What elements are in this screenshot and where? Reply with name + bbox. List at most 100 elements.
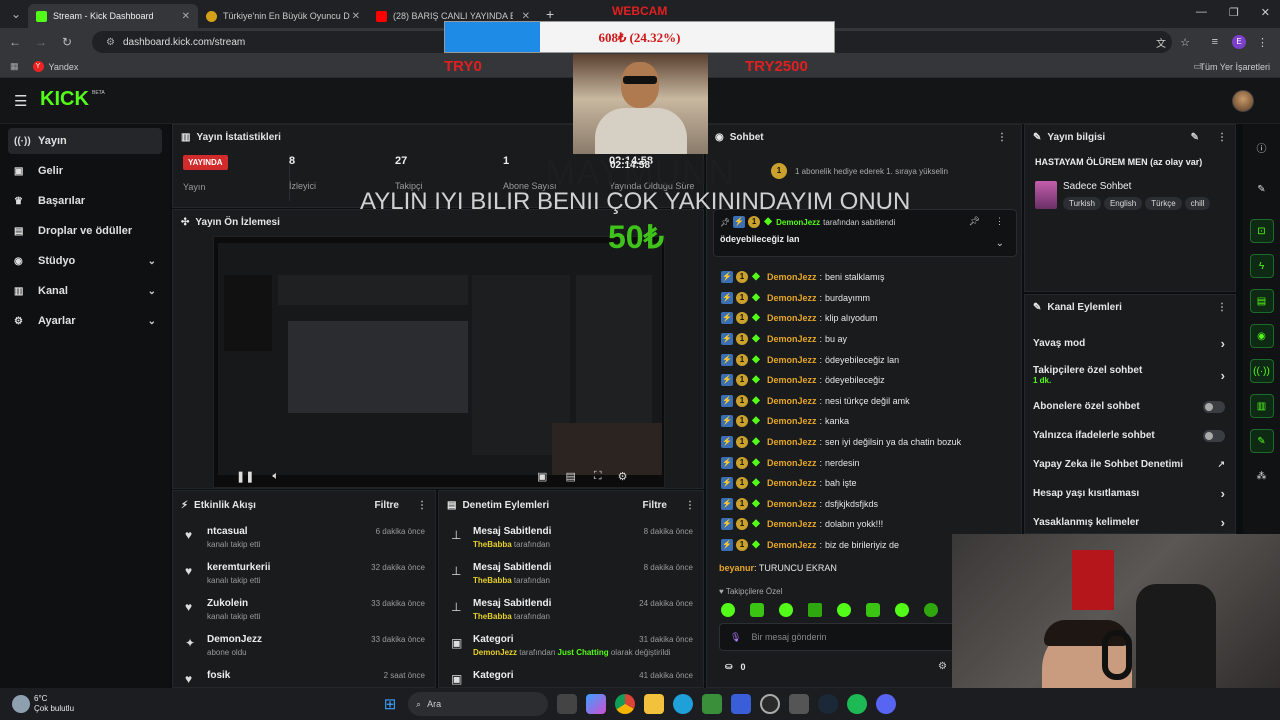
- copilot-icon[interactable]: [586, 694, 607, 714]
- chat-username[interactable]: DemonJezz: [767, 396, 817, 406]
- chat-username[interactable]: beyanur: [719, 563, 754, 573]
- emote-icon[interactable]: [721, 603, 735, 617]
- chat-username[interactable]: DemonJezz: [767, 519, 817, 529]
- obs-icon[interactable]: [760, 694, 781, 714]
- menu-icon[interactable]: ≡: [1212, 36, 1218, 48]
- app-icon[interactable]: [789, 694, 810, 714]
- mic-icon[interactable]: 🎙︎: [730, 632, 741, 643]
- user-avatar[interactable]: [1232, 90, 1254, 112]
- kebab-menu-icon[interactable]: ⋮: [1257, 36, 1268, 49]
- chat-icon[interactable]: ◉: [1249, 324, 1274, 348]
- chevron-down-icon[interactable]: ⌄: [148, 256, 156, 267]
- emote-icon[interactable]: [779, 603, 793, 617]
- weather-widget[interactable]: 6°C Çok bulutlu: [34, 694, 74, 714]
- action-user[interactable]: TheBabba: [473, 576, 512, 585]
- unpin-icon[interactable]: 📌︎: [969, 216, 980, 227]
- kebab-menu-icon[interactable]: ⋮: [997, 132, 1007, 143]
- tag-chip[interactable]: Türkçe: [1145, 197, 1182, 210]
- taskbar-search[interactable]: ⌕ Ara: [408, 692, 549, 716]
- task-view-icon[interactable]: [557, 694, 578, 714]
- new-tab-button[interactable]: +: [546, 6, 554, 22]
- chat-username[interactable]: DemonJezz: [767, 355, 817, 365]
- sidebar-item-ayarlar[interactable]: ⚙ Ayarlar ⌄: [8, 308, 162, 334]
- subs-only-toggle[interactable]: [1203, 400, 1225, 413]
- list-icon[interactable]: ▤: [1249, 289, 1274, 313]
- category-name[interactable]: Sadece Sohbet: [1063, 181, 1131, 192]
- chat-username[interactable]: DemonJezz: [767, 334, 817, 344]
- tab-search-icon[interactable]: ⌄: [4, 7, 28, 21]
- close-icon[interactable]: ✕: [182, 11, 190, 22]
- kebab-menu-icon[interactable]: ⋮: [995, 216, 1004, 227]
- store-icon[interactable]: [731, 694, 752, 714]
- layout-icon[interactable]: ▥: [1249, 394, 1274, 418]
- kebab-menu-icon[interactable]: ⋮: [1217, 302, 1227, 313]
- gift-banner[interactable]: 1 1 abonelik hediye ederek 1. sıraya yük…: [771, 163, 1011, 179]
- kick-logo[interactable]: KICK: [40, 88, 89, 111]
- spotify-icon[interactable]: [847, 694, 868, 714]
- pinned-by[interactable]: DemonJezz: [776, 218, 820, 227]
- close-icon[interactable]: ✕: [352, 11, 360, 22]
- settings-icon[interactable]: ⚙: [618, 470, 628, 483]
- edit-icon[interactable]: ✎: [1250, 177, 1274, 201]
- sidebar-item-droplar[interactable]: ▤ Droplar ve ödüller: [8, 218, 162, 244]
- chevron-down-icon[interactable]: ⌄: [996, 238, 1004, 249]
- chevron-down-icon[interactable]: ⌄: [148, 316, 156, 327]
- lightning-icon[interactable]: ϟ: [1249, 254, 1274, 278]
- emote-icon[interactable]: [837, 603, 851, 617]
- kebab-menu-icon[interactable]: ⋮: [685, 500, 695, 511]
- kebab-menu-icon[interactable]: ⋮: [1217, 132, 1227, 143]
- minimize-icon[interactable]: —: [1196, 6, 1207, 19]
- apps-icon[interactable]: ▦: [10, 61, 19, 72]
- followers-only-item[interactable]: Takipçilere özel sohbet 1 dk. ›: [1025, 358, 1235, 392]
- volume-icon[interactable]: 🔈︎: [272, 470, 279, 483]
- layout-icon[interactable]: ▤: [565, 470, 575, 483]
- chat-username[interactable]: DemonJezz: [767, 293, 817, 303]
- steam-icon[interactable]: [818, 694, 839, 714]
- filter-button[interactable]: Filtre: [643, 500, 667, 511]
- chat-username[interactable]: DemonJezz: [767, 416, 817, 426]
- sidebar-item-studyo[interactable]: ◉ Stüdyo ⌄: [8, 248, 162, 274]
- hamburger-icon[interactable]: ☰: [14, 92, 27, 110]
- emote-icon[interactable]: [750, 603, 764, 617]
- emote-icon[interactable]: [924, 603, 938, 617]
- windows-start-icon[interactable]: ⊞: [380, 694, 400, 714]
- kebab-menu-icon[interactable]: ⋮: [417, 500, 427, 511]
- pause-icon[interactable]: ❚❚: [236, 470, 254, 483]
- tag-chip[interactable]: chill: [1184, 197, 1211, 210]
- explorer-icon[interactable]: [644, 694, 665, 714]
- reload-icon[interactable]: ↻: [56, 35, 78, 49]
- ai-moderation-item[interactable]: Yapay Zeka ile Sohbet Denetimi ↗: [1025, 450, 1235, 479]
- chat-username[interactable]: DemonJezz: [767, 540, 817, 550]
- edge-icon[interactable]: [673, 694, 694, 714]
- window-close-icon[interactable]: ✕: [1261, 6, 1270, 19]
- chrome-icon[interactable]: [615, 694, 636, 714]
- account-age-item[interactable]: Hesap yaşı kısıtlaması ›: [1025, 479, 1235, 508]
- profile-avatar[interactable]: E: [1232, 35, 1246, 49]
- bookmark-all[interactable]: Tüm Yer İşaretleri: [1199, 62, 1270, 72]
- sidebar-item-kanal[interactable]: ▥ Kanal ⌄: [8, 278, 162, 304]
- tag-chip[interactable]: Turkish: [1063, 197, 1101, 210]
- weather-icon[interactable]: [12, 695, 30, 713]
- channel-points[interactable]: ⛀ 0: [725, 661, 746, 672]
- site-info-icon[interactable]: ⚙: [106, 37, 115, 48]
- slow-mode-item[interactable]: Yavaş mod ›: [1025, 329, 1235, 358]
- tag-chip[interactable]: English: [1103, 197, 1143, 210]
- category-name[interactable]: Just Chatting: [558, 648, 609, 657]
- broadcast-icon[interactable]: ((·)): [1249, 359, 1274, 383]
- chat-username[interactable]: DemonJezz: [767, 437, 817, 447]
- maximize-icon[interactable]: ❐: [1229, 6, 1239, 19]
- bookmark-star-icon[interactable]: ☆: [1180, 36, 1190, 49]
- back-icon[interactable]: ←: [4, 35, 26, 49]
- chat-username[interactable]: DemonJezz: [767, 499, 817, 509]
- pip-icon[interactable]: ▣: [537, 470, 547, 483]
- emote-icon[interactable]: [808, 603, 822, 617]
- action-user[interactable]: TheBabba: [473, 540, 512, 549]
- forward-icon[interactable]: →: [30, 35, 52, 49]
- discord-icon[interactable]: [876, 694, 897, 714]
- customize-icon[interactable]: ⁂: [1250, 464, 1274, 488]
- action-user[interactable]: DemonJezz: [473, 648, 517, 657]
- pinned-message[interactable]: 📌︎ ⚡ 1 ◆ DemonJezz tarafından sabitlendi ö…: [713, 209, 1017, 257]
- emote-icon[interactable]: [895, 603, 909, 617]
- info-icon[interactable]: ⓘ: [1250, 135, 1274, 159]
- translate-icon[interactable]: 文: [1156, 35, 1166, 50]
